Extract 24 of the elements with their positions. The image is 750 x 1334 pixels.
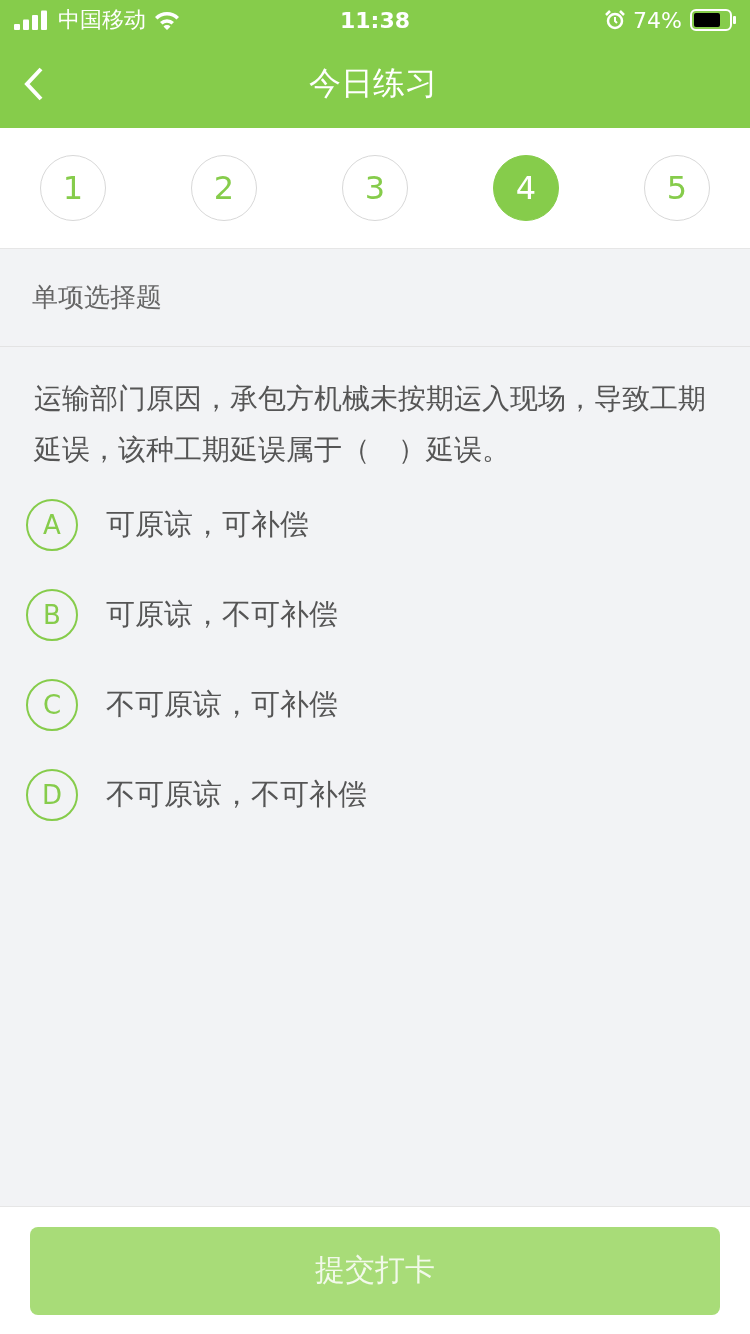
signal-icon — [14, 10, 50, 30]
question-number[interactable]: 2 — [191, 155, 257, 221]
option-text[interactable]: 不可原谅，可补偿 — [106, 685, 338, 725]
status-time: 11:38 — [340, 7, 410, 33]
back-icon[interactable] — [24, 67, 44, 101]
question-text: 运输部门原因，承包方机械未按期运入现场，导致工期延误，该种工期延误属于（ ）延误。 — [33, 381, 707, 468]
question-number[interactable]: 3 — [342, 155, 408, 221]
option-text[interactable]: 不可原谅，不可补偿 — [106, 775, 367, 815]
page-title: 今日练习 — [308, 63, 438, 104]
option-letter[interactable]: B — [26, 589, 78, 641]
battery-icon — [690, 9, 736, 31]
option-text[interactable]: 可原谅，不可补偿 — [106, 595, 338, 635]
carrier-name: 中国移动 — [58, 6, 146, 34]
wifi-icon — [154, 10, 180, 30]
option-text[interactable]: 可原谅，可补偿 — [106, 505, 309, 545]
alarm-icon — [605, 10, 626, 30]
question-number[interactable]: 5 — [644, 155, 710, 221]
section-title: 单项选择题 — [0, 249, 750, 347]
battery-percent: 74% — [633, 7, 682, 33]
option-letter[interactable]: A — [26, 499, 78, 551]
question-number[interactable]: 1 — [40, 155, 106, 221]
option-letter[interactable]: C — [26, 679, 78, 731]
option-letter[interactable]: D — [26, 769, 78, 821]
question-number[interactable]: 4 — [493, 155, 559, 221]
